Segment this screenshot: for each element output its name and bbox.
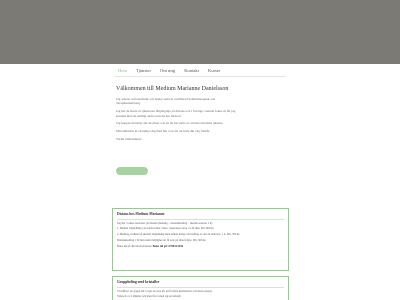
- cta-button[interactable]: [116, 167, 148, 175]
- welcome-paragraph: Varmt välkommen!: [116, 137, 142, 141]
- page-title: Välkommen till Medium Marianne Danielsso…: [116, 86, 229, 92]
- box-title: Distans hos Medium Marianne: [117, 212, 165, 216]
- booking-phone: Boka tid på: 0708123456: [152, 243, 184, 248]
- box-paragraph: 2. Healing, inriktat på medial väglednin…: [117, 232, 240, 237]
- header-banner: [0, 0, 400, 64]
- box-divider: [117, 218, 284, 220]
- distance-info-box: Distans hos Medium Marianne Jag har 3 ol…: [112, 208, 289, 271]
- booking-line: Boka tid på din telefonsvarare Boka tid …: [117, 243, 284, 249]
- welcome-paragraph: Jag har de flesta av tjänsterna tillgäng…: [116, 109, 236, 118]
- booking-prefix: Boka tid på din telefonsvarare: [117, 243, 152, 248]
- welcome-section: Välkommen till Medium Marianne Danielsso…: [116, 86, 236, 145]
- box-divider: [117, 286, 284, 288]
- nav-item-om-mig[interactable]: Om mig: [156, 67, 179, 74]
- box-paragraph: 1. Medial vägledning via telefon eller v…: [117, 226, 215, 231]
- box-paragraph: Jag har 3 olika sessioner på distans (he…: [117, 220, 213, 225]
- nav-item-hem[interactable]: Hem: [114, 67, 131, 74]
- box-paragraph: Distanshealing i 30 min samt möjlighet a…: [117, 237, 207, 242]
- welcome-paragraph: Min ambition är att hjälpa dig med fler …: [116, 129, 211, 134]
- welcome-paragraph: Jag hoppas du hittar det du söker och at…: [116, 121, 224, 126]
- nav-item-tjanster[interactable]: Tjänster: [132, 67, 155, 74]
- main-navigation: Hem Tjänster Om mig Kontakt Kurser: [114, 67, 226, 74]
- group-healing-box: Gruppheling med kristaller Vi träffas i …: [112, 276, 289, 300]
- nav-divider: [114, 76, 286, 77]
- box-title: Gruppheling med kristaller: [117, 280, 160, 284]
- nav-item-kontakt[interactable]: Kontakt: [180, 67, 203, 74]
- box-paragraph: Tiden är ca 2 timmar och man får ta med …: [117, 294, 182, 299]
- welcome-paragraph: Jag arbetar som medium och healer samt ä…: [116, 97, 216, 106]
- nav-item-kurser[interactable]: Kurser: [204, 67, 225, 74]
- box-paragraph: Vi träffas i en grupp där vi gör en resa…: [117, 288, 213, 293]
